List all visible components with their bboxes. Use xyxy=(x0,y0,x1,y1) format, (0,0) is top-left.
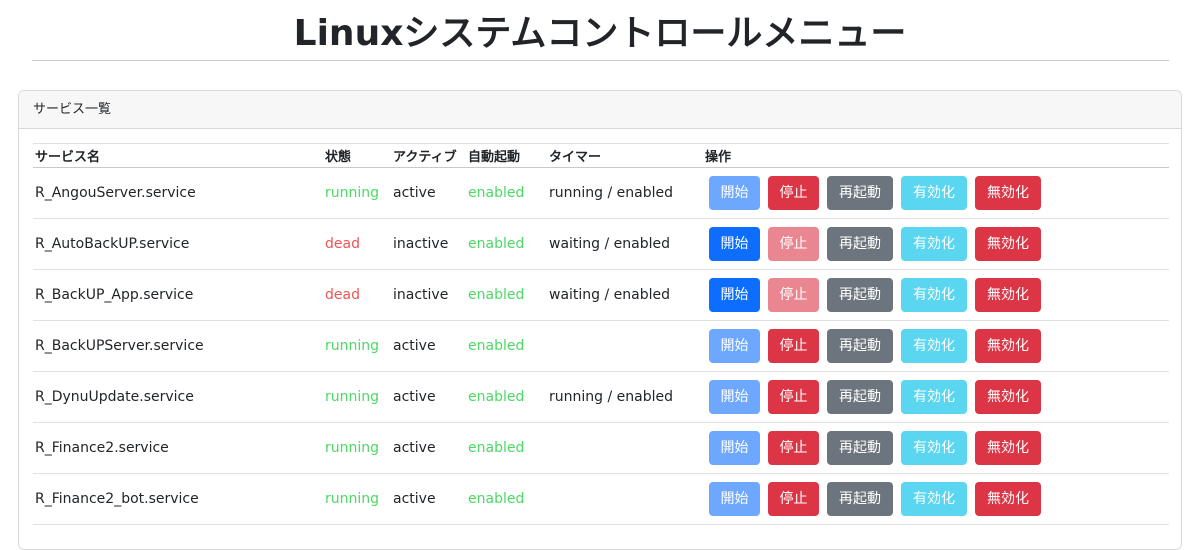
service-state: dead xyxy=(325,236,360,252)
service-enabled: enabled xyxy=(468,491,525,507)
disable-button[interactable]: 無効化 xyxy=(975,278,1041,312)
stop-button[interactable]: 停止 xyxy=(768,227,819,261)
service-active: inactive xyxy=(393,236,449,252)
restart-button[interactable]: 再起動 xyxy=(827,176,893,210)
enable-button[interactable]: 有効化 xyxy=(901,329,967,363)
table-row: R_DynuUpdate.service running active enabled… xyxy=(33,371,1169,423)
service-name: R_Finance2_bot.service xyxy=(35,491,199,507)
disable-button[interactable]: 無効化 xyxy=(975,482,1041,516)
header-enabled: 自動起動 xyxy=(466,143,547,168)
action-buttons: 開始 停止 再起動 有効化 無効化 xyxy=(705,278,1169,312)
restart-button[interactable]: 再起動 xyxy=(827,329,893,363)
service-timer: running / enabled xyxy=(549,389,673,405)
enable-button[interactable]: 有効化 xyxy=(901,227,967,261)
service-active: active xyxy=(393,185,436,201)
service-state: dead xyxy=(325,287,360,303)
restart-button[interactable]: 再起動 xyxy=(827,380,893,414)
stop-button[interactable]: 停止 xyxy=(768,380,819,414)
restart-button[interactable]: 再起動 xyxy=(827,482,893,516)
action-buttons: 開始 停止 再起動 有効化 無効化 xyxy=(705,431,1169,465)
service-enabled: enabled xyxy=(468,440,525,456)
service-enabled: enabled xyxy=(468,338,525,354)
service-name: R_DynuUpdate.service xyxy=(35,389,194,405)
header-state: 状態 xyxy=(323,143,391,168)
stop-button[interactable]: 停止 xyxy=(768,278,819,312)
start-button[interactable]: 開始 xyxy=(709,329,760,363)
table-body: R_AngouServer.service running active enable… xyxy=(33,167,1169,525)
start-button[interactable]: 開始 xyxy=(709,431,760,465)
title-divider xyxy=(32,60,1169,61)
disable-button[interactable]: 無効化 xyxy=(975,431,1041,465)
restart-button[interactable]: 再起動 xyxy=(827,278,893,312)
service-active: inactive xyxy=(393,287,449,303)
stop-button[interactable]: 停止 xyxy=(768,176,819,210)
service-name: R_BackUPServer.service xyxy=(35,338,204,354)
start-button[interactable]: 開始 xyxy=(709,278,760,312)
start-button[interactable]: 開始 xyxy=(709,482,760,516)
stop-button[interactable]: 停止 xyxy=(768,329,819,363)
disable-button[interactable]: 無効化 xyxy=(975,176,1041,210)
enable-button[interactable]: 有効化 xyxy=(901,176,967,210)
service-state: running xyxy=(325,185,380,201)
page-title: Linuxシステムコントロールメニュー xyxy=(293,13,907,54)
service-active: active xyxy=(393,389,436,405)
service-state: running xyxy=(325,491,380,507)
service-active: active xyxy=(393,440,436,456)
enable-button[interactable]: 有効化 xyxy=(901,482,967,516)
table-row: R_Finance2_bot.service running active enabl… xyxy=(33,473,1169,525)
header-active: アクティブ xyxy=(391,143,466,168)
action-buttons: 開始 停止 再起動 有効化 無効化 xyxy=(705,380,1169,414)
service-enabled: enabled xyxy=(468,185,525,201)
disable-button[interactable]: 無効化 xyxy=(975,227,1041,261)
action-buttons: 開始 停止 再起動 有効化 無効化 xyxy=(705,176,1169,210)
header-timer: タイマー xyxy=(547,143,703,168)
card-header: サービス一覧 xyxy=(19,91,1181,129)
action-buttons: 開始 停止 再起動 有効化 無効化 xyxy=(705,482,1169,516)
table-row: R_AutoBackUP.service dead inactive enabled w… xyxy=(33,218,1169,270)
restart-button[interactable]: 再起動 xyxy=(827,431,893,465)
table-row: R_AngouServer.service running active enable… xyxy=(33,167,1169,219)
table-row: R_BackUPServer.service running active enabl… xyxy=(33,320,1169,372)
service-enabled: enabled xyxy=(468,236,525,252)
enable-button[interactable]: 有効化 xyxy=(901,380,967,414)
service-name: R_BackUP_App.service xyxy=(35,287,194,303)
disable-button[interactable]: 無効化 xyxy=(975,329,1041,363)
stop-button[interactable]: 停止 xyxy=(768,482,819,516)
action-buttons: 開始 停止 再起動 有効化 無効化 xyxy=(705,329,1169,363)
service-name: R_Finance2.service xyxy=(35,440,169,456)
service-enabled: enabled xyxy=(468,287,525,303)
disable-button[interactable]: 無効化 xyxy=(975,380,1041,414)
service-state: running xyxy=(325,338,380,354)
action-buttons: 開始 停止 再起動 有効化 無効化 xyxy=(705,227,1169,261)
table-row: R_Finance2.service running active enabled 開始… xyxy=(33,422,1169,474)
start-button[interactable]: 開始 xyxy=(709,380,760,414)
service-timer: waiting / enabled xyxy=(549,287,671,303)
restart-button[interactable]: 再起動 xyxy=(827,227,893,261)
service-timer: waiting / enabled xyxy=(549,236,671,252)
service-name: R_AutoBackUP.service xyxy=(35,236,190,252)
start-button[interactable]: 開始 xyxy=(709,176,760,210)
table-row: R_BackUP_App.service dead inactive enabled w… xyxy=(33,269,1169,321)
service-state: running xyxy=(325,440,380,456)
service-timer: running / enabled xyxy=(549,185,673,201)
start-button[interactable]: 開始 xyxy=(709,227,760,261)
enable-button[interactable]: 有効化 xyxy=(901,278,967,312)
services-card: サービス一覧 サービス名 状態 アクティブ 自動起動 タイマー 操作 R_Ang… xyxy=(18,90,1182,550)
enable-button[interactable]: 有効化 xyxy=(901,431,967,465)
service-name: R_AngouServer.service xyxy=(35,185,196,201)
header-service-name: サービス名 xyxy=(33,143,323,168)
service-state: running xyxy=(325,389,380,405)
service-enabled: enabled xyxy=(468,389,525,405)
services-table: サービス名 状態 アクティブ 自動起動 タイマー 操作 R_AngouServe… xyxy=(33,143,1169,525)
service-active: active xyxy=(393,338,436,354)
service-active: active xyxy=(393,491,436,507)
table-header-row: サービス名 状態 アクティブ 自動起動 タイマー 操作 xyxy=(33,143,1169,168)
stop-button[interactable]: 停止 xyxy=(768,431,819,465)
header-actions: 操作 xyxy=(703,143,1169,168)
